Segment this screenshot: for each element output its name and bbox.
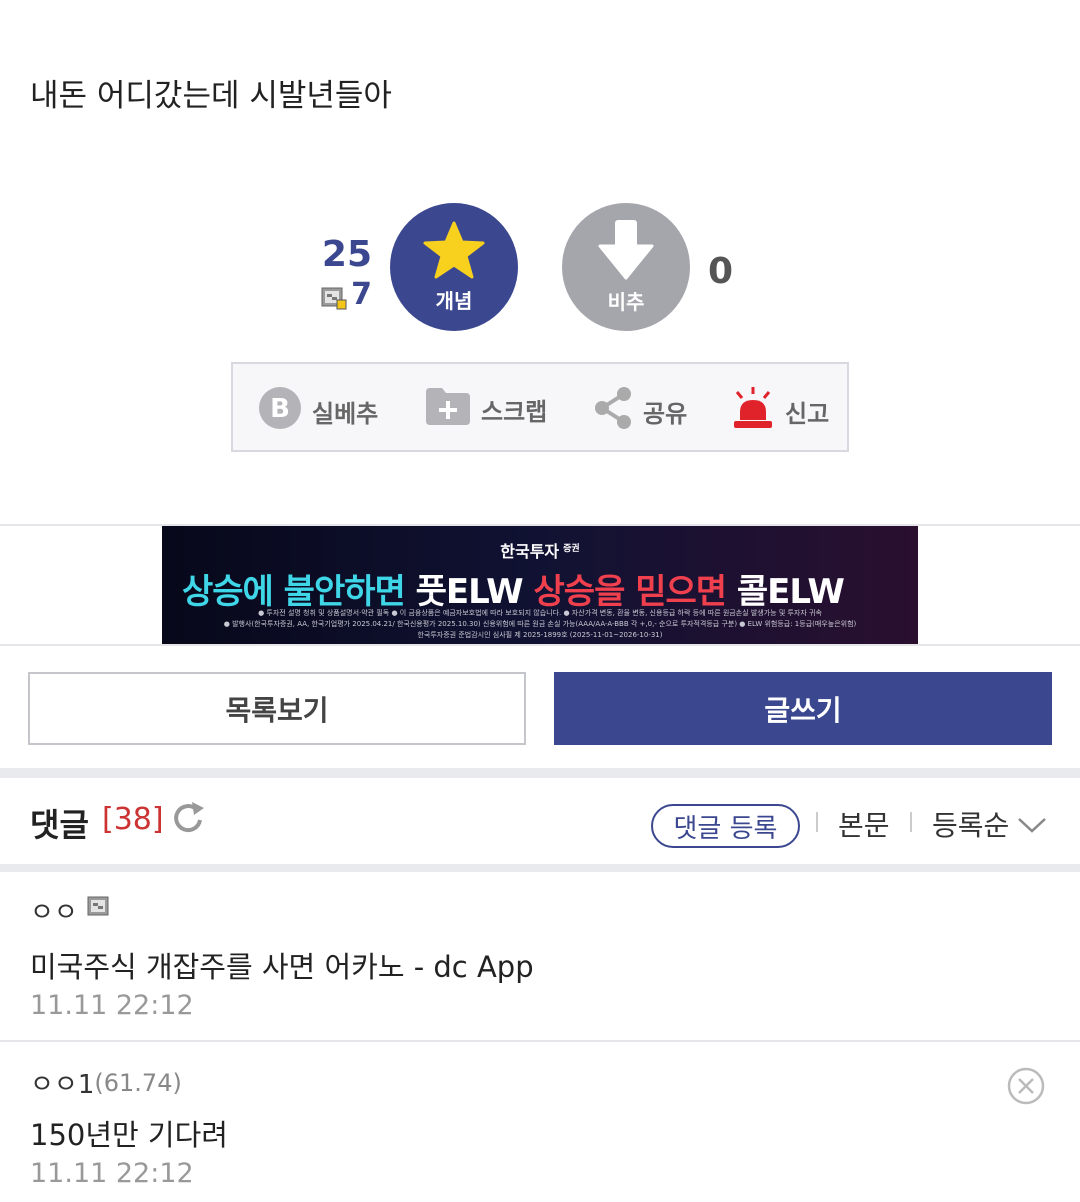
chevron-down-icon (1017, 808, 1047, 841)
best-recommend-button[interactable]: B 실베추 (258, 386, 378, 436)
scrap-button[interactable]: 스크랩 (425, 386, 547, 432)
share-icon (593, 386, 633, 436)
ad-disclaimer-2: ● 발행사(한국투자증권, AA, 한국기업평가 2025.04.21/ 한국신… (223, 620, 857, 628)
downvote-button[interactable]: 비추 (562, 203, 690, 331)
divider (0, 644, 1080, 646)
comment-text: 150년만 기다려 (30, 1118, 228, 1152)
comment-author: ㅇㅇ1 (61.74) (30, 1064, 182, 1101)
vote-counts: 25 7 (300, 233, 372, 313)
comment-date: 11.11 22:12 (30, 1158, 194, 1189)
sort-label: 등록순 (932, 809, 1010, 842)
comments-header: 댓글 [38] 댓글 등록 본문 등록순 (0, 778, 1080, 864)
comment-date: 11.11 22:12 (30, 990, 194, 1021)
downvote-count: 0 (708, 251, 734, 292)
divider (910, 812, 912, 832)
sort-dropdown[interactable]: 등록순 (932, 804, 1047, 844)
best-recommend-label: 실베추 (312, 399, 379, 428)
comment-item: ㅇㅇ1 (61.74) 150년만 기다려 11.11 22:12 (0, 1042, 1080, 1202)
refresh-icon[interactable] (172, 800, 206, 840)
comment-author: ㅇㅇ (30, 892, 112, 929)
upvote-count: 25 (321, 234, 372, 275)
comment-register-button[interactable]: 댓글 등록 (651, 804, 800, 848)
comments-count: [38] (102, 802, 164, 837)
list-button[interactable]: 목록보기 (28, 672, 526, 745)
b-circle-icon: B (258, 386, 302, 436)
go-to-post-link[interactable]: 본문 (838, 804, 890, 844)
ad-brand: 한국투자 증권 (500, 542, 580, 561)
fixed-nick-icon (86, 895, 112, 926)
report-button[interactable]: 신고 (731, 386, 829, 436)
vote-area: 25 7 개념 비추 0 (0, 203, 1080, 333)
comment-item: ㅇㅇ 미국주식 개잡주를 사면 어카노 - dc App 11.11 22:12 (0, 872, 1080, 1040)
siren-icon (731, 386, 775, 436)
ad-disclaimer-3: 한국투자증권 준법감시인 심사필 제 2025-1899호 (2025-11-0… (417, 631, 663, 639)
folder-plus-icon (425, 386, 471, 432)
write-button[interactable]: 글쓰기 (554, 672, 1052, 745)
ad-disclaimer-1: ● 투자전 설명 청취 및 상품설명서·약관 필독 ● 이 금융상품은 예금자보… (258, 609, 822, 617)
close-icon[interactable] (1006, 1066, 1046, 1110)
fixed-user-icon (321, 283, 347, 310)
post-action-bar: B 실베추 스크랩 공유 신고 (231, 362, 849, 452)
share-button[interactable]: 공유 (593, 386, 687, 436)
ad-banner[interactable]: 한국투자 증권 상승에 불안하면 풋ELW 상승을 믿으면 콜ELW ● 투자전 … (162, 526, 918, 644)
share-label: 공유 (643, 399, 688, 428)
scrap-label: 스크랩 (481, 397, 548, 426)
comments-title: 댓글 (30, 806, 89, 844)
post-body-text: 내돈 어디갔는데 시발년들아 (30, 78, 392, 114)
divider (816, 812, 818, 832)
arrow-down-icon (598, 219, 654, 284)
section-separator (0, 768, 1080, 778)
star-icon (423, 221, 485, 283)
report-label: 신고 (785, 399, 830, 428)
comment-author-name: ㅇㅇ1 (30, 1070, 95, 1100)
comment-ip: (61.74) (94, 1068, 182, 1097)
upvote-label: 개념 (435, 288, 473, 313)
ad-headline: 상승에 불안하면 풋ELW 상승을 믿으면 콜ELW (182, 572, 845, 612)
upvote-button[interactable]: 개념 (390, 203, 518, 331)
comment-text: 미국주식 개잡주를 사면 어카노 - dc App (30, 950, 534, 984)
downvote-label: 비추 (607, 289, 645, 314)
svg-text:B: B (270, 394, 290, 424)
section-separator (0, 864, 1080, 872)
fixed-upvote: 7 (300, 277, 372, 313)
comment-author-name: ㅇㅇ (30, 898, 78, 928)
fixed-upvote-count: 7 (351, 277, 372, 312)
